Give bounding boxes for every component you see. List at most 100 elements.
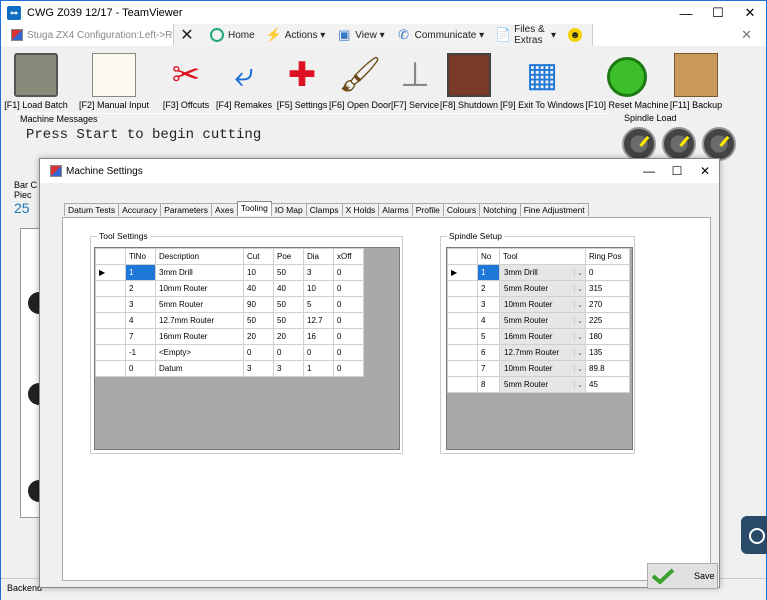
table-cell[interactable]: 315 xyxy=(585,280,630,297)
column-header[interactable]: Tool xyxy=(499,248,586,265)
tool-combobox[interactable]: 12.7mm Router ⌄ xyxy=(500,345,585,360)
toolbar-button-5[interactable]: 🖌 [F6] Open Door xyxy=(329,46,391,110)
table-cell[interactable]: 5mm Router xyxy=(155,296,244,313)
column-header[interactable]: Cut xyxy=(243,248,274,265)
table-cell[interactable]: 0 xyxy=(333,296,364,313)
chevron-down-icon[interactable]: ⌄ xyxy=(574,364,583,373)
tool-combobox[interactable]: 5mm Router ⌄ xyxy=(500,377,585,392)
table-cell[interactable]: 10 xyxy=(243,264,274,281)
tv-home-button[interactable]: Home xyxy=(204,24,261,46)
tab-accuracy[interactable]: Accuracy xyxy=(118,203,162,216)
dialog-minimize-icon[interactable]: — xyxy=(635,164,663,178)
smiley-feedback-button[interactable]: ☻ xyxy=(562,24,592,46)
dialog-maximize-icon[interactable]: ☐ xyxy=(663,164,691,178)
tool-combobox[interactable]: 5mm Router ⌄ xyxy=(500,313,585,328)
table-row[interactable]: ▶ 1 3mm Drill 10 50 3 0 xyxy=(95,264,364,281)
table-cell[interactable]: 40 xyxy=(243,280,274,297)
table-cell[interactable]: 8 xyxy=(477,376,500,393)
tool-combobox[interactable]: 10mm Router ⌄ xyxy=(500,361,585,376)
toolbar-button-8[interactable]: ▦ [F9] Exit To Windows xyxy=(497,46,587,110)
table-cell[interactable]: 7 xyxy=(125,328,156,345)
tab-parameters[interactable]: Parameters xyxy=(160,203,212,216)
table-cell[interactable]: 50 xyxy=(273,264,304,281)
save-button[interactable]: Save xyxy=(647,563,718,589)
chevron-down-icon[interactable]: ⌄ xyxy=(574,348,583,357)
table-cell[interactable]: 20 xyxy=(273,328,304,345)
toolbar-button-6[interactable]: ⊥ [F7] Service xyxy=(389,46,441,110)
tool-settings-grid[interactable]: TlNo Description Cut Poe Dia xOff ▶ 1 3mm Drill 1… xyxy=(94,247,400,450)
tab-axes[interactable]: Axes xyxy=(211,203,238,216)
tab-alarms[interactable]: Alarms xyxy=(378,203,413,216)
table-cell[interactable]: 270 xyxy=(585,296,630,313)
chevron-down-icon[interactable]: ⌄ xyxy=(574,268,583,277)
table-cell[interactable]: 5 xyxy=(303,296,334,313)
table-cell[interactable]: <Empty> xyxy=(155,344,244,361)
table-cell[interactable]: 0 xyxy=(125,360,156,377)
tool-combo-cell[interactable]: 10mm Router ⌄ xyxy=(499,360,586,377)
tab-notching[interactable]: Notching xyxy=(479,203,521,216)
column-header[interactable]: Ring Pos xyxy=(585,248,630,265)
table-row[interactable]: 2 10mm Router 40 40 10 0 xyxy=(95,280,364,297)
table-cell[interactable]: 3 xyxy=(125,296,156,313)
table-row[interactable]: 7 10mm Router ⌄ 89.8 xyxy=(447,360,630,377)
table-cell[interactable]: 3 xyxy=(273,360,304,377)
table-row[interactable]: 7 16mm Router 20 20 16 0 xyxy=(95,328,364,345)
tab-clamps[interactable]: Clamps xyxy=(305,203,343,216)
table-row[interactable]: 3 5mm Router 90 50 5 0 xyxy=(95,296,364,313)
table-row[interactable]: 5 16mm Router ⌄ 180 xyxy=(447,328,630,345)
table-cell[interactable]: 2 xyxy=(477,280,500,297)
table-cell[interactable]: 12.7 xyxy=(303,312,334,329)
table-row[interactable]: 8 5mm Router ⌄ 45 xyxy=(447,376,630,393)
table-row[interactable]: 6 12.7mm Router ⌄ 135 xyxy=(447,344,630,361)
column-header[interactable]: No xyxy=(477,248,500,265)
table-row[interactable]: ▶ 1 3mm Drill ⌄ 0 xyxy=(447,264,630,281)
table-cell[interactable]: 0 xyxy=(333,264,364,281)
table-cell[interactable]: 0 xyxy=(333,280,364,297)
table-cell[interactable]: 0 xyxy=(333,344,364,361)
column-header[interactable]: xOff xyxy=(333,248,364,265)
chevron-down-icon[interactable]: ⌄ xyxy=(574,332,583,341)
chevron-down-icon[interactable]: ⌄ xyxy=(574,380,583,389)
tool-combo-cell[interactable]: 3mm Drill ⌄ xyxy=(499,264,586,281)
table-cell[interactable]: 3 xyxy=(243,360,274,377)
chevron-down-icon[interactable]: ⌄ xyxy=(574,284,583,293)
toolbar-button-0[interactable]: [F1] Load Batch xyxy=(1,46,71,110)
toolbar-button-4[interactable]: ✚ [F5] Settings xyxy=(273,46,331,110)
close-icon[interactable]: ✕ xyxy=(734,1,766,25)
table-cell[interactable]: 4 xyxy=(125,312,156,329)
table-cell[interactable]: -1 xyxy=(125,344,156,361)
table-row[interactable]: 3 10mm Router ⌄ 270 xyxy=(447,296,630,313)
column-header[interactable]: Description xyxy=(155,248,244,265)
tool-combo-cell[interactable]: 5mm Router ⌄ xyxy=(499,312,586,329)
chevron-down-icon[interactable]: ⌄ xyxy=(574,300,583,309)
spindle-setup-grid[interactable]: No Tool Ring Pos ▶ 1 3mm Drill ⌄ 0 2 5mm Router ⌄ 3… xyxy=(446,247,633,450)
table-cell[interactable]: 1 xyxy=(125,264,156,281)
table-cell[interactable]: 50 xyxy=(273,296,304,313)
table-cell[interactable]: 10mm Router xyxy=(155,280,244,297)
table-cell[interactable]: 89.8 xyxy=(585,360,630,377)
table-row[interactable]: 0 Datum 3 3 1 0 xyxy=(95,360,364,377)
dialog-close-icon[interactable]: ✕ xyxy=(691,164,719,178)
tab-fine-adjustment[interactable]: Fine Adjustment xyxy=(519,203,589,216)
table-cell[interactable]: 135 xyxy=(585,344,630,361)
table-cell[interactable]: 1 xyxy=(303,360,334,377)
chevron-down-icon[interactable]: ⌄ xyxy=(574,316,583,325)
table-cell[interactable]: 3mm Drill xyxy=(155,264,244,281)
tool-combo-cell[interactable]: 16mm Router ⌄ xyxy=(499,328,586,345)
table-cell[interactable]: 0 xyxy=(243,344,274,361)
toolbar-button-10[interactable]: [F11] Backup xyxy=(667,46,725,110)
table-cell[interactable]: 16 xyxy=(303,328,334,345)
tv-communicate-button[interactable]: ✆ Communicate ▾ xyxy=(391,24,491,46)
tv-close-session-button[interactable]: ✕ xyxy=(174,24,204,46)
column-header[interactable]: TlNo xyxy=(125,248,156,265)
tool-combobox[interactable]: 16mm Router ⌄ xyxy=(500,329,585,344)
table-cell[interactable]: 2 xyxy=(125,280,156,297)
tab-datum-tests[interactable]: Datum Tests xyxy=(64,203,120,216)
table-cell[interactable]: 16mm Router xyxy=(155,328,244,345)
minimize-icon[interactable]: — xyxy=(670,1,702,25)
tool-combobox[interactable]: 3mm Drill ⌄ xyxy=(500,265,585,280)
tv-files-button[interactable]: 📄 Files & Extras ▾ xyxy=(490,24,562,46)
table-cell[interactable]: 225 xyxy=(585,312,630,329)
tab-colours[interactable]: Colours xyxy=(442,203,481,216)
tool-combo-cell[interactable]: 5mm Router ⌄ xyxy=(499,376,586,393)
